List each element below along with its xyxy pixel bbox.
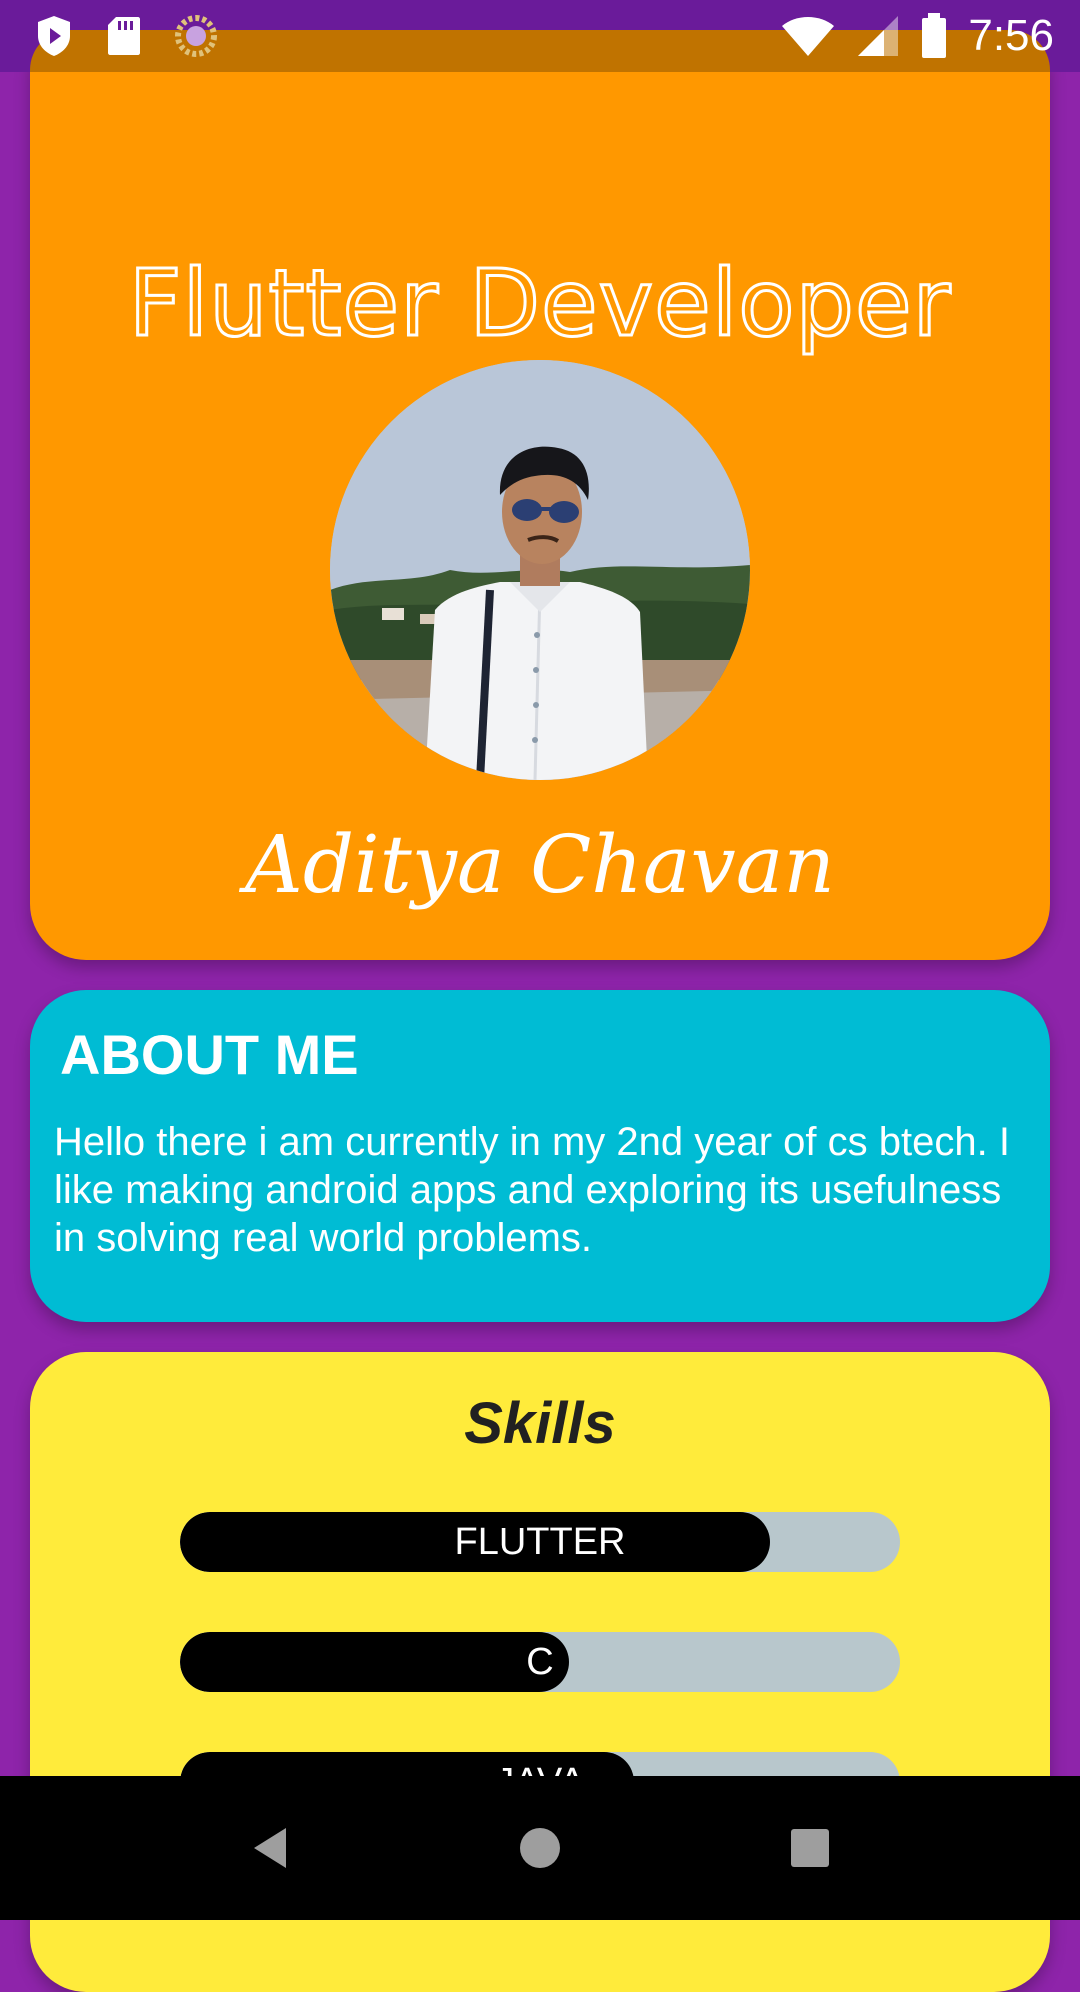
profile-title: Flutter Developer	[127, 249, 952, 359]
about-card: ABOUT ME Hello there i am currently in m…	[30, 990, 1050, 1322]
status-time: 7:56	[968, 11, 1054, 60]
wifi-icon	[782, 17, 835, 56]
about-text: Hello there i am currently in my 2nd yea…	[54, 1120, 1010, 1260]
skill-bar-flutter: FLUTTER	[180, 1512, 900, 1572]
skill-label-c: C	[526, 1641, 554, 1683]
avatar	[330, 360, 750, 780]
navigation-bar	[0, 1776, 1080, 1920]
status-bar: 7:56	[0, 0, 1080, 72]
recents-icon[interactable]	[780, 1818, 840, 1878]
play-protect-icon	[38, 16, 70, 56]
loading-icon	[175, 15, 217, 57]
skill-bar-c: C	[180, 1632, 900, 1692]
sd-card-icon	[108, 17, 140, 55]
profile-photo	[330, 360, 750, 780]
status-right-icons: 7:56	[780, 8, 1054, 64]
about-heading: ABOUT ME	[60, 1023, 359, 1086]
skill-label-flutter: FLUTTER	[454, 1521, 626, 1563]
skills-heading: Skills	[464, 1391, 616, 1456]
back-icon[interactable]	[240, 1818, 300, 1878]
signal-icon	[858, 16, 899, 56]
status-left-icons	[34, 14, 218, 58]
home-icon[interactable]	[510, 1818, 570, 1878]
battery-icon	[922, 13, 947, 58]
profile-card: Flutter Developer Aditya Chavan	[30, 30, 1050, 960]
profile-name: Aditya Chavan	[245, 818, 835, 911]
